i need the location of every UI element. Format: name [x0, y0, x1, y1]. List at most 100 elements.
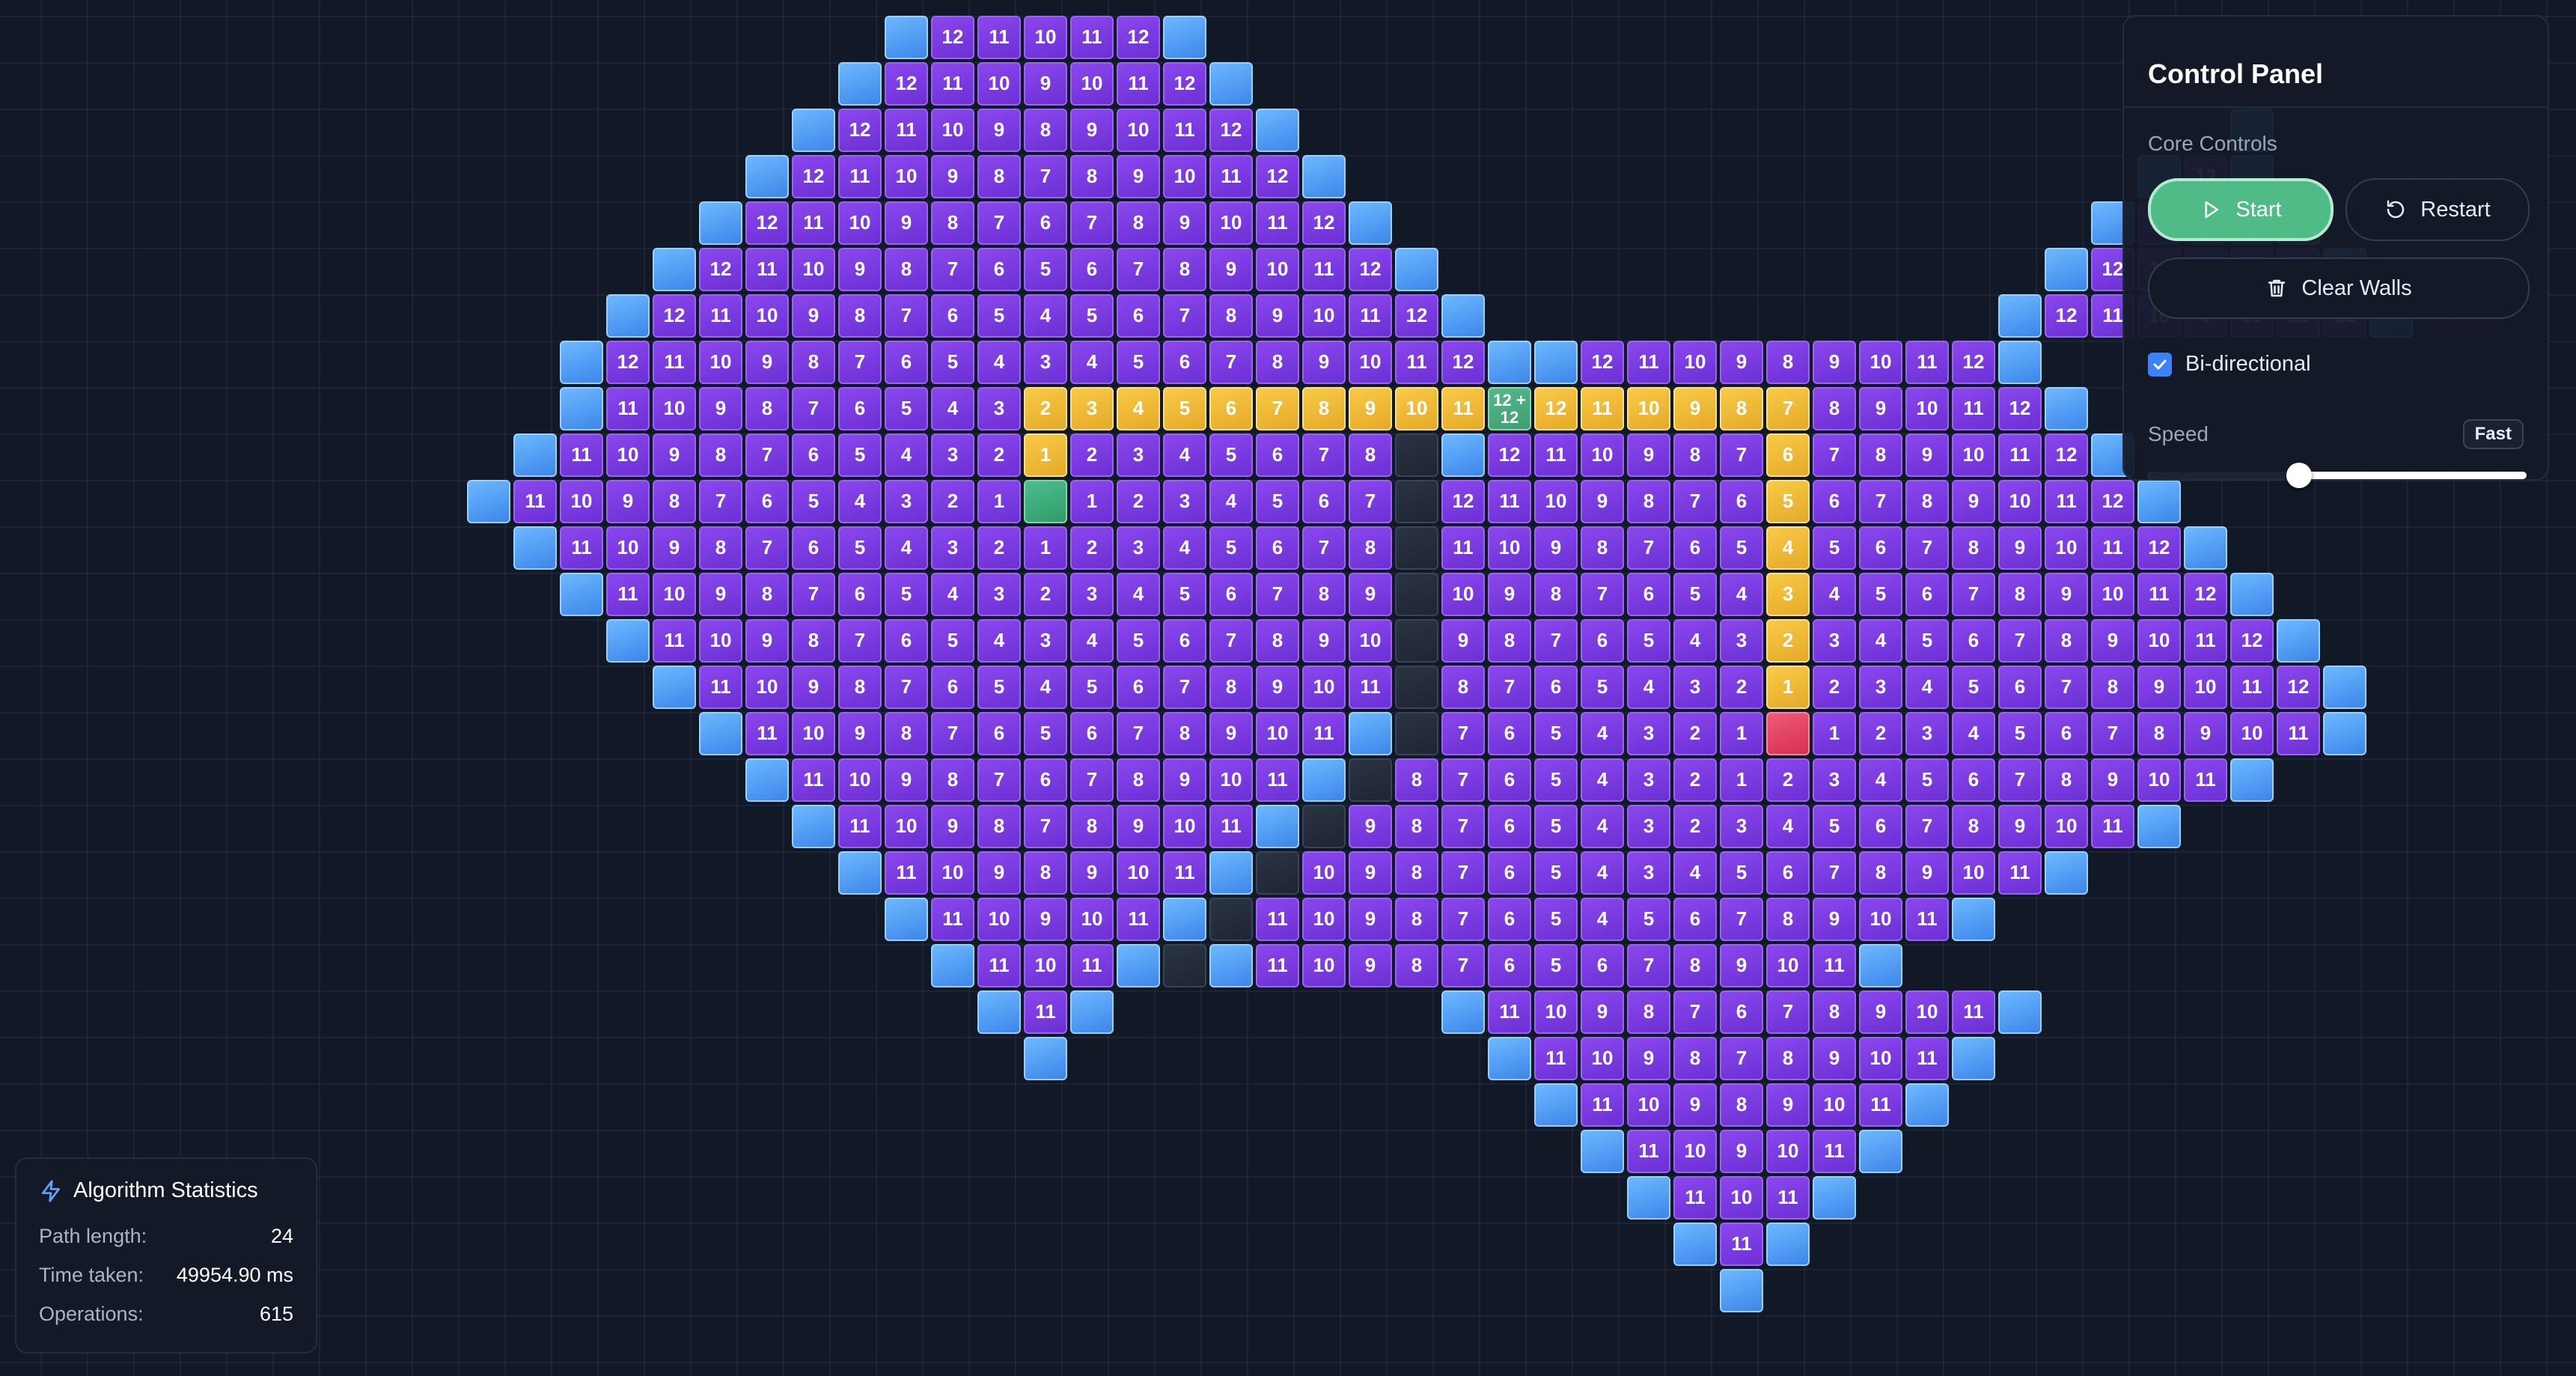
visited-cell[interactable]: 4: [1024, 294, 1067, 338]
visited-cell[interactable]: 7: [1720, 1037, 1763, 1080]
visited-cell[interactable]: 10: [838, 758, 882, 802]
visited-cell[interactable]: 7: [745, 526, 789, 570]
visited-cell[interactable]: 11: [1163, 851, 1206, 895]
frontier-cell[interactable]: [745, 758, 789, 802]
visited-cell[interactable]: 7: [885, 294, 928, 338]
frontier-cell[interactable]: [1998, 990, 2042, 1034]
frontier-cell[interactable]: [838, 851, 882, 895]
visited-cell[interactable]: 8: [1627, 480, 1670, 523]
visited-cell[interactable]: 5: [1024, 248, 1067, 291]
visited-cell[interactable]: 7: [1488, 666, 1531, 709]
frontier-cell[interactable]: [1117, 944, 1160, 987]
visited-cell[interactable]: 8: [1024, 109, 1067, 152]
visited-cell[interactable]: 12: [1441, 341, 1485, 384]
visited-cell[interactable]: 11: [1813, 944, 1856, 987]
frontier-cell[interactable]: [513, 526, 557, 570]
visited-cell[interactable]: 11: [1117, 898, 1160, 941]
visited-cell[interactable]: 5: [1813, 805, 1856, 848]
visited-cell[interactable]: 9: [977, 109, 1021, 152]
frontier-cell[interactable]: [653, 248, 696, 291]
visited-cell[interactable]: 8: [885, 712, 928, 755]
visited-cell[interactable]: 8: [699, 526, 742, 570]
visited-cell[interactable]: 11: [838, 805, 882, 848]
visited-cell[interactable]: 8: [1720, 1083, 1763, 1127]
visited-cell[interactable]: 11: [1349, 666, 1392, 709]
frontier-cell[interactable]: [792, 805, 835, 848]
visited-cell[interactable]: 10: [1117, 851, 1160, 895]
visited-cell[interactable]: 4: [885, 526, 928, 570]
visited-cell[interactable]: 9: [838, 712, 882, 755]
visited-cell[interactable]: 7: [792, 387, 835, 430]
frontier-cell[interactable]: [1024, 1037, 1067, 1080]
frontier-cell[interactable]: [1859, 944, 1902, 987]
visited-cell[interactable]: 11: [1673, 1176, 1717, 1220]
visited-cell[interactable]: 5: [1905, 758, 1949, 802]
visited-cell[interactable]: 9: [2045, 573, 2088, 616]
visited-cell[interactable]: 5: [1998, 712, 2042, 755]
visited-cell[interactable]: 7: [1256, 573, 1299, 616]
frontier-cell[interactable]: [1256, 109, 1299, 152]
visited-cell[interactable]: 4: [1024, 666, 1067, 709]
visited-cell[interactable]: 12: [1395, 294, 1438, 338]
visited-cell[interactable]: 10: [792, 712, 835, 755]
visited-cell[interactable]: 12: [1998, 387, 2042, 430]
visited-cell[interactable]: 3: [977, 387, 1021, 430]
visited-cell[interactable]: 7: [1070, 758, 1114, 802]
visited-cell[interactable]: 7: [1070, 201, 1114, 245]
visited-cell[interactable]: 5: [1720, 526, 1763, 570]
visited-cell[interactable]: 5: [1905, 619, 1949, 663]
visited-cell[interactable]: 3: [1163, 480, 1206, 523]
visited-cell[interactable]: 9: [1163, 758, 1206, 802]
visited-cell[interactable]: 2: [931, 480, 974, 523]
visited-cell[interactable]: 7: [1998, 758, 2042, 802]
visited-cell[interactable]: 3: [1720, 619, 1763, 663]
visited-cell[interactable]: 9: [1070, 851, 1114, 895]
visited-cell[interactable]: 11: [1256, 758, 1299, 802]
path-cell[interactable]: 5: [1766, 480, 1810, 523]
visited-cell[interactable]: 11: [1905, 898, 1949, 941]
visited-cell[interactable]: 11: [1024, 990, 1067, 1034]
visited-cell[interactable]: 7: [1998, 619, 2042, 663]
visited-cell[interactable]: 10: [560, 480, 603, 523]
frontier-cell[interactable]: [1581, 1130, 1624, 1173]
visited-cell[interactable]: 8: [1395, 805, 1438, 848]
visited-cell[interactable]: 1: [977, 480, 1021, 523]
visited-cell[interactable]: 11: [1766, 1176, 1810, 1220]
frontier-cell[interactable]: [1441, 990, 1485, 1034]
visited-cell[interactable]: 11: [1581, 1083, 1624, 1127]
frontier-cell[interactable]: [2045, 248, 2088, 291]
visited-cell[interactable]: 8: [977, 805, 1021, 848]
visited-cell[interactable]: 6: [1673, 526, 1717, 570]
frontier-cell[interactable]: [1534, 341, 1578, 384]
wall-cell[interactable]: [1163, 944, 1206, 987]
visited-cell[interactable]: 6: [1581, 619, 1624, 663]
visited-cell[interactable]: 12: [838, 109, 882, 152]
visited-cell[interactable]: 3: [1024, 341, 1067, 384]
visited-cell[interactable]: 7: [1627, 944, 1670, 987]
path-cell[interactable]: 3: [1070, 387, 1114, 430]
visited-cell[interactable]: 5: [1163, 573, 1206, 616]
visited-cell[interactable]: 10: [1488, 526, 1531, 570]
visited-cell[interactable]: 11: [792, 758, 835, 802]
visited-cell[interactable]: 10: [1905, 990, 1949, 1034]
visited-cell[interactable]: 6: [1488, 758, 1531, 802]
visited-cell[interactable]: 11: [1163, 109, 1206, 152]
frontier-cell[interactable]: [1998, 341, 2042, 384]
visited-cell[interactable]: 10: [2184, 666, 2227, 709]
visited-cell[interactable]: 9: [1905, 851, 1949, 895]
visited-cell[interactable]: 5: [885, 573, 928, 616]
visited-cell[interactable]: 9: [1349, 573, 1392, 616]
restart-button[interactable]: Restart: [2345, 178, 2530, 241]
visited-cell[interactable]: 11: [2091, 805, 2134, 848]
visited-cell[interactable]: 10: [1859, 898, 1902, 941]
visited-cell[interactable]: 10: [745, 294, 789, 338]
visited-cell[interactable]: 4: [1117, 573, 1160, 616]
frontier-cell[interactable]: [1952, 898, 1995, 941]
visited-cell[interactable]: 5: [1859, 573, 1902, 616]
visited-cell[interactable]: 10: [1673, 1130, 1717, 1173]
visited-cell[interactable]: 8: [1024, 851, 1067, 895]
visited-cell[interactable]: 10: [1302, 944, 1346, 987]
visited-cell[interactable]: 6: [1209, 573, 1253, 616]
visited-cell[interactable]: 10: [1349, 341, 1392, 384]
visited-cell[interactable]: 8: [1952, 805, 1995, 848]
